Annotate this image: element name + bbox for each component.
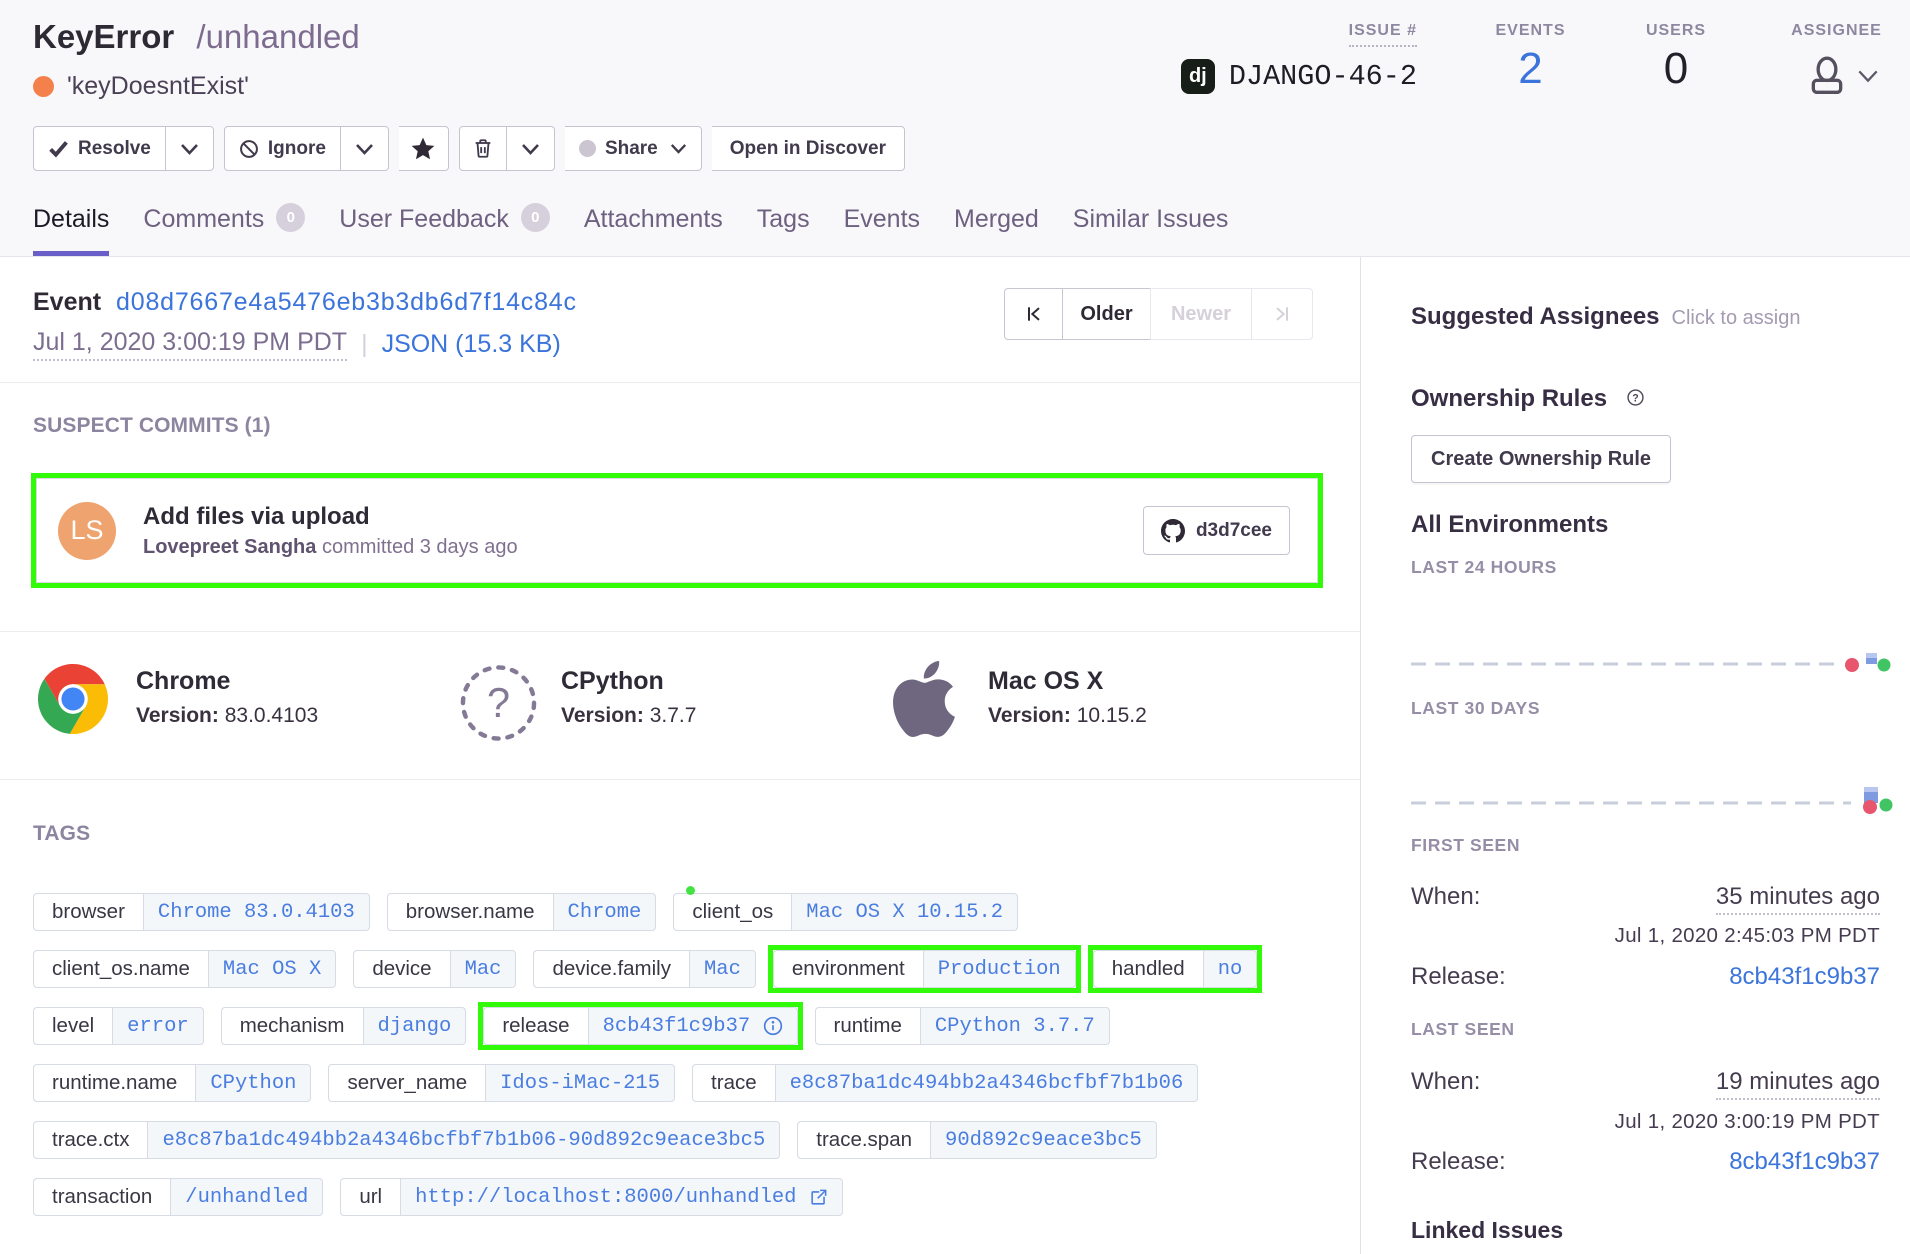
svg-text:?: ? <box>487 679 510 726</box>
svg-text:?: ? <box>1632 392 1638 404</box>
